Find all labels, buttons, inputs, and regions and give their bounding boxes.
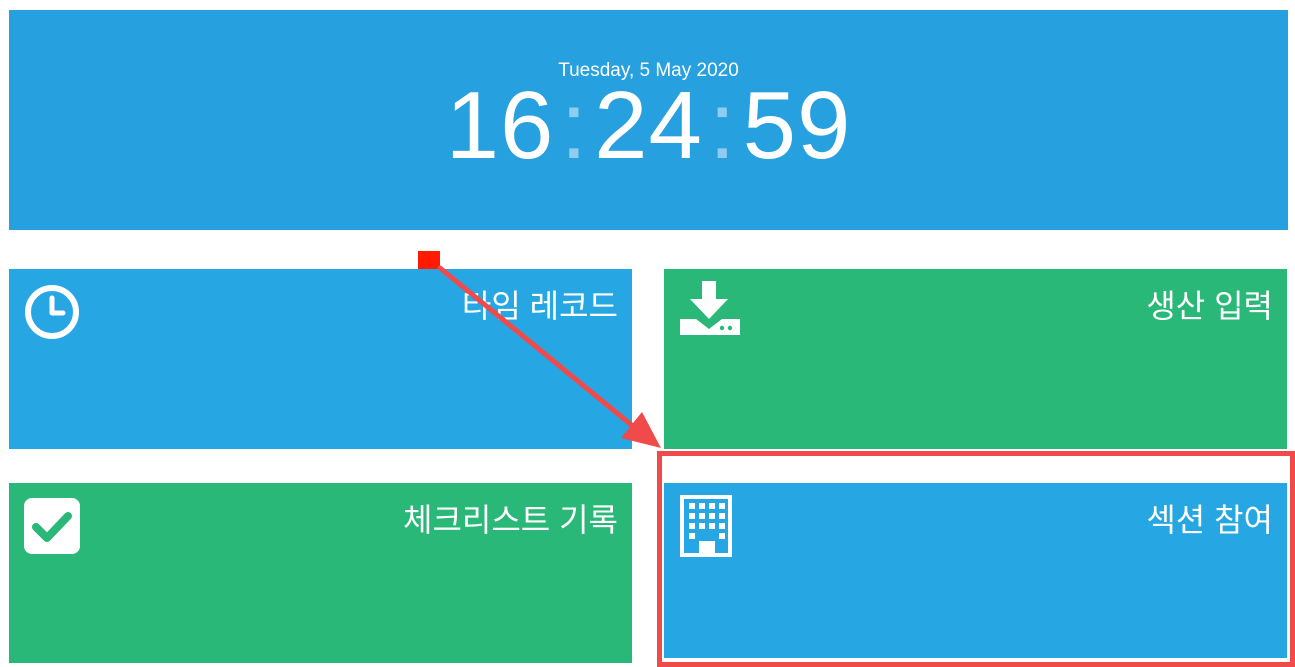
building-icon <box>680 495 732 557</box>
section-join-tile[interactable]: 섹션 참여 <box>664 483 1287 658</box>
clock-time: 16:24:59 <box>9 72 1288 180</box>
production-input-tile[interactable]: 생산 입력 <box>664 269 1287 449</box>
clock-separator: : <box>708 72 737 179</box>
clock-separator: : <box>560 72 589 179</box>
time-record-tile[interactable]: 타임 레코드 <box>9 269 632 449</box>
time-record-label: 타임 레코드 <box>461 288 618 324</box>
clock-hours: 16 <box>445 72 555 179</box>
clock-icon <box>25 285 79 339</box>
clock-banner: Tuesday, 5 May 2020 16:24:59 <box>9 10 1288 230</box>
production-input-label: 생산 입력 <box>1146 288 1273 324</box>
section-join-label: 섹션 참여 <box>1146 502 1273 538</box>
checklist-record-tile[interactable]: 체크리스트 기록 <box>9 483 632 663</box>
annotation-marker <box>418 251 440 269</box>
checklist-record-label: 체크리스트 기록 <box>403 502 618 538</box>
clock-seconds: 59 <box>742 72 852 179</box>
download-icon <box>680 281 740 335</box>
clock-minutes: 24 <box>594 72 703 179</box>
checkbox-icon <box>24 498 80 554</box>
